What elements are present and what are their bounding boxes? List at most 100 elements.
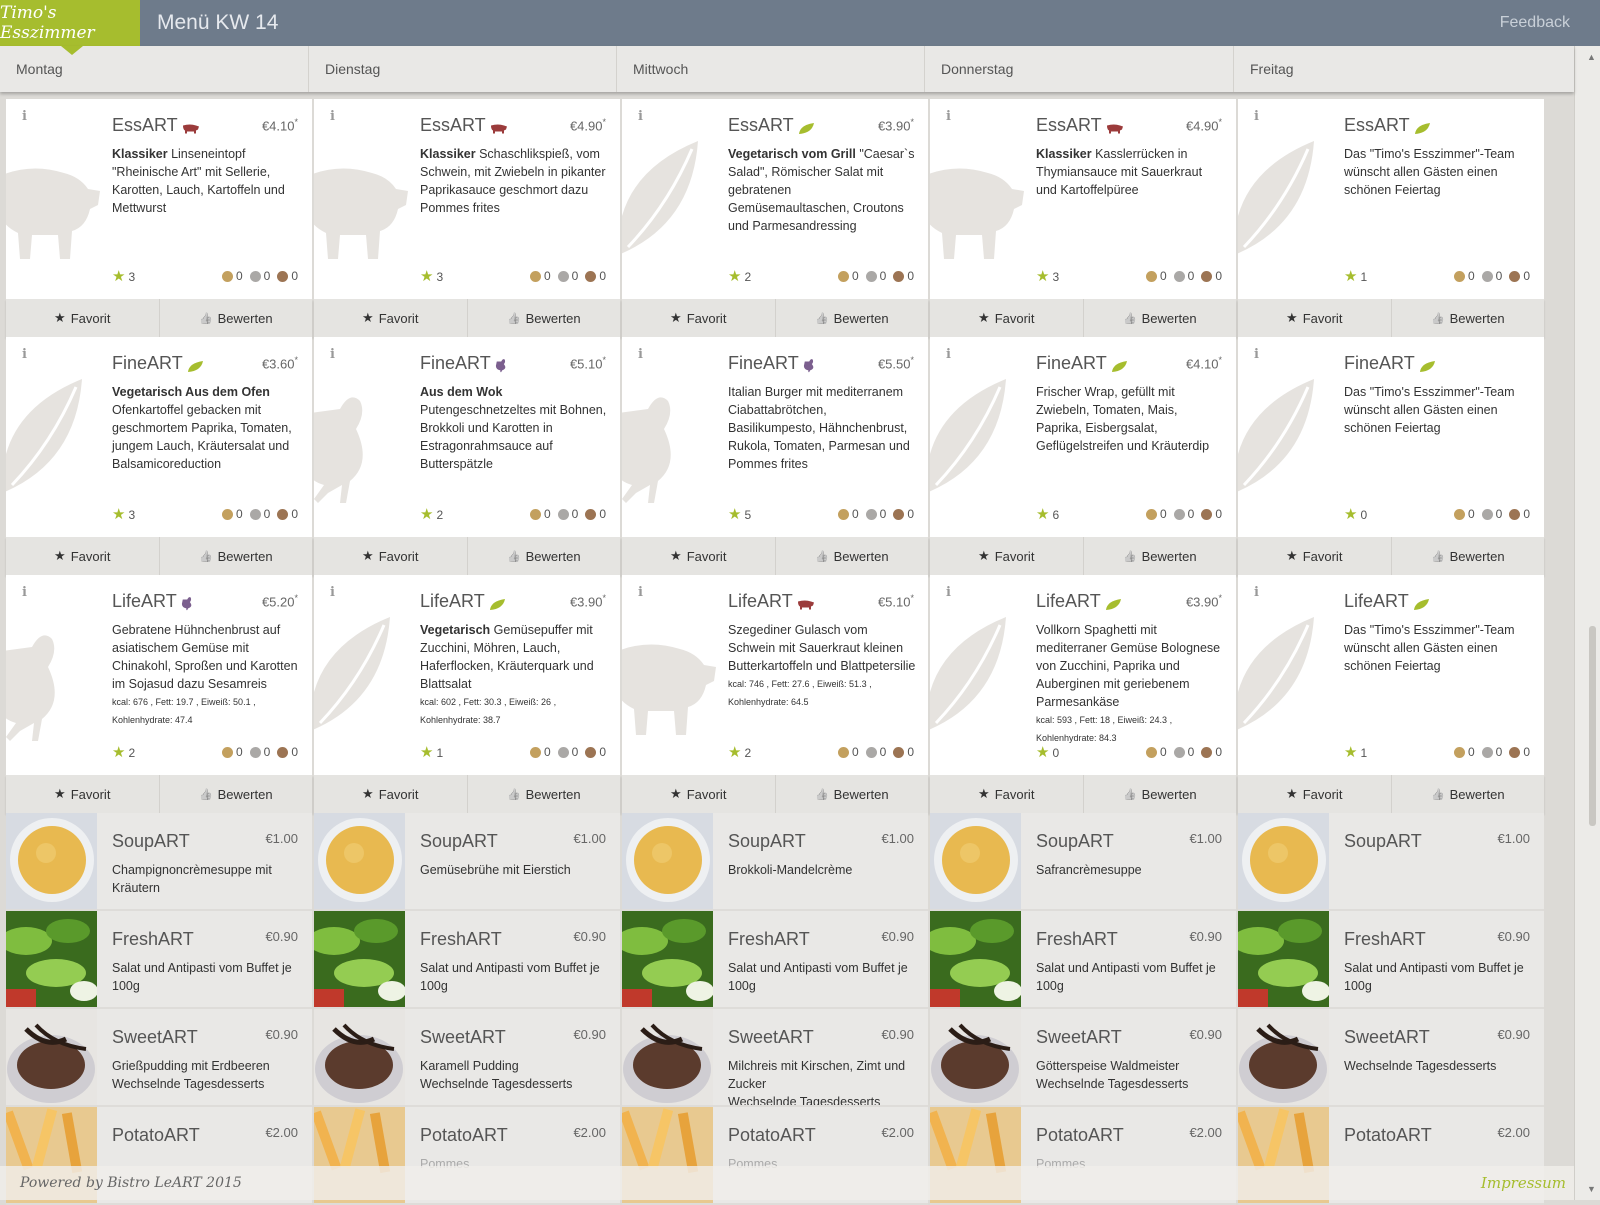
side-dish-price: €0.90: [881, 929, 914, 944]
favorite-label: Favorit: [378, 786, 419, 802]
rate-button[interactable]: 👍 Bewerten: [466, 299, 621, 337]
medal-gold-count: 0: [235, 507, 243, 521]
favorite-button[interactable]: ★ Favorit: [1238, 299, 1391, 337]
gold-medal-icon: [1145, 746, 1157, 758]
side-dish-item: SweetART €0.90 Grießpudding mit Erdbeeren …: [6, 1009, 312, 1107]
dish-category: Klassiker: [112, 147, 168, 161]
info-icon[interactable]: i: [1254, 347, 1259, 362]
rate-button[interactable]: 👍 Bewerten: [1390, 775, 1545, 813]
rate-button[interactable]: 👍 Bewerten: [774, 775, 929, 813]
card-body: i LifeART €5.20* Gebratene Hühnchenbrust au…: [6, 575, 312, 775]
info-icon[interactable]: i: [330, 585, 335, 600]
favorite-button[interactable]: ★ Favorit: [622, 775, 775, 813]
favorite-button[interactable]: ★ Favorit: [1238, 537, 1391, 575]
favorite-button[interactable]: ★ Favorit: [6, 537, 159, 575]
price-value: €4.90: [569, 118, 603, 134]
side-dish-description: Karamell Pudding Wechselnde Tagesdessert…: [420, 1059, 573, 1091]
rate-button[interactable]: 👍 Bewerten: [1390, 537, 1545, 575]
info-icon[interactable]: i: [946, 109, 951, 124]
menu-card: i LifeART €3.90* Vegetarisch Gemüsepuffer m…: [314, 575, 620, 813]
medal-counts: 0 0 0: [1145, 507, 1222, 521]
star-icon: ★: [728, 744, 742, 761]
favorite-count: ★ 3: [1036, 267, 1059, 285]
rate-button[interactable]: 👍 Bewerten: [1082, 775, 1237, 813]
scroll-thumb[interactable]: [1589, 626, 1596, 826]
silver-medal-icon: [865, 746, 877, 758]
favorite-button[interactable]: ★ Favorit: [6, 775, 159, 813]
info-icon[interactable]: i: [946, 347, 951, 362]
impressum-link[interactable]: Impressum: [1481, 1174, 1566, 1192]
scrollbar[interactable]: ▲ ▼: [1574, 46, 1600, 1200]
rate-button[interactable]: 👍 Bewerten: [158, 299, 313, 337]
rate-button[interactable]: 👍 Bewerten: [774, 299, 929, 337]
info-icon[interactable]: i: [22, 347, 27, 362]
medal-bronze-count: 0: [1215, 269, 1222, 283]
medal-counts: 0 0 0: [529, 507, 606, 521]
bronze-medal-icon: [277, 508, 289, 520]
favorite-button[interactable]: ★ Favorit: [930, 537, 1083, 575]
info-icon[interactable]: i: [330, 347, 335, 362]
info-icon[interactable]: i: [638, 109, 643, 124]
favorite-count: ★ 5: [728, 505, 751, 523]
star-icon: ★: [728, 268, 742, 285]
logo[interactable]: Timo's Esszimmer: [0, 0, 140, 46]
menu-card: i LifeART €5.20* Gebratene Hühnchenbrust au…: [6, 575, 312, 813]
rate-button[interactable]: 👍 Bewerten: [774, 537, 929, 575]
favorite-count: ★ 3: [112, 267, 135, 285]
rate-button[interactable]: 👍 Bewerten: [1390, 299, 1545, 337]
logo-pointer: [61, 46, 83, 55]
pig-icon: [490, 119, 508, 134]
card-title-text: FineART: [1036, 353, 1107, 373]
favorite-button[interactable]: ★ Favorit: [314, 537, 467, 575]
price-asterisk: *: [1218, 355, 1222, 365]
medal-silver-count: 0: [1187, 269, 1195, 283]
medal-counts: 0 0 0: [1145, 269, 1222, 283]
price-asterisk: *: [294, 593, 298, 603]
card-description: Vollkorn Spaghetti mit mediterraner Gemü…: [1036, 621, 1224, 747]
side-dish-price: €1.00: [1497, 831, 1530, 846]
star-icon: ★: [420, 506, 434, 523]
info-icon[interactable]: i: [638, 585, 643, 600]
favorite-button[interactable]: ★ Favorit: [1238, 775, 1391, 813]
favorite-button[interactable]: ★ Favorit: [930, 299, 1083, 337]
favorite-button[interactable]: ★ Favorit: [314, 299, 467, 337]
favorite-button[interactable]: ★ Favorit: [930, 775, 1083, 813]
favorite-count-value: 2: [436, 508, 444, 522]
star-icon: ★: [978, 548, 990, 563]
medal-silver: 0: [1481, 269, 1502, 283]
favorite-button[interactable]: ★ Favorit: [6, 299, 159, 337]
rate-button[interactable]: 👍 Bewerten: [158, 775, 313, 813]
feedback-link[interactable]: Feedback: [1500, 14, 1570, 32]
info-icon[interactable]: i: [1254, 109, 1259, 124]
favorite-label: Favorit: [70, 548, 111, 564]
rate-button[interactable]: 👍 Bewerten: [1082, 537, 1237, 575]
card-description: Gebratene Hühnchenbrust auf asiatischem …: [112, 621, 300, 729]
scroll-down-arrow-icon[interactable]: ▼: [1587, 1184, 1596, 1194]
gold-medal-icon: [1453, 746, 1465, 758]
scroll-up-arrow-icon[interactable]: ▲: [1587, 52, 1596, 62]
card-actions: ★ Favorit 👍 Bewerten: [622, 775, 928, 813]
medal-bronze-count: 0: [1523, 507, 1530, 521]
card-title-text: FineART: [112, 353, 183, 373]
side-dish-title: SweetART: [728, 1027, 814, 1047]
rate-button[interactable]: 👍 Bewerten: [158, 537, 313, 575]
rate-button[interactable]: 👍 Bewerten: [466, 537, 621, 575]
info-icon[interactable]: i: [946, 585, 951, 600]
rate-button[interactable]: 👍 Bewerten: [466, 775, 621, 813]
favorite-button[interactable]: ★ Favorit: [622, 299, 775, 337]
info-icon[interactable]: i: [330, 109, 335, 124]
card-title-text: LifeART: [420, 591, 485, 611]
soup-image: [1238, 813, 1329, 909]
side-dish-description: Gemüsebrühe mit Eierstich: [420, 863, 571, 877]
info-icon[interactable]: i: [1254, 585, 1259, 600]
pig-icon: [930, 135, 1026, 265]
price-asterisk: *: [602, 593, 606, 603]
medal-gold-count: 0: [543, 269, 551, 283]
rate-button[interactable]: 👍 Bewerten: [1082, 299, 1237, 337]
info-icon[interactable]: i: [22, 585, 27, 600]
info-icon[interactable]: i: [22, 109, 27, 124]
info-icon[interactable]: i: [638, 347, 643, 362]
favorite-button[interactable]: ★ Favorit: [622, 537, 775, 575]
favorite-button[interactable]: ★ Favorit: [314, 775, 467, 813]
favorite-label: Favorit: [1302, 786, 1343, 802]
